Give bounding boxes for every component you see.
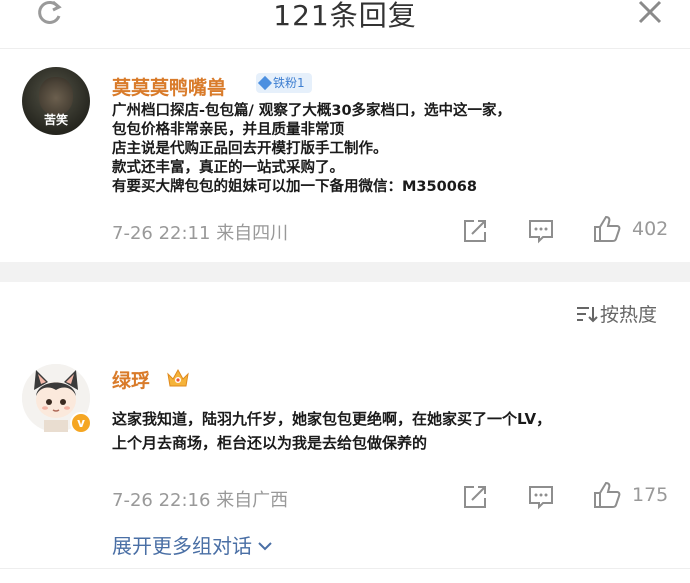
comment-username[interactable]: 绿琈: [112, 366, 150, 393]
comment-meta: 7-26 22:16 来自广西: [112, 486, 288, 512]
diamond-icon: [257, 75, 273, 91]
share-icon[interactable]: [462, 484, 488, 510]
sort-toggle[interactable]: 按热度: [576, 300, 657, 327]
fan-badge-label: 铁粉1: [273, 76, 305, 90]
crown-icon: [167, 368, 189, 387]
sort-label: 按热度: [600, 304, 658, 326]
location: 来自四川: [216, 223, 289, 244]
comment-line: 上个月去商场，柜台还以为我是去给包做保养的: [112, 434, 428, 452]
avatar-label: 苦笑: [43, 113, 68, 127]
header-divider: [0, 48, 690, 49]
verified-icon: v: [70, 412, 92, 434]
avatar[interactable]: 苦笑: [22, 67, 90, 135]
comment-icon[interactable]: [528, 218, 554, 244]
close-icon[interactable]: [636, 0, 664, 26]
comment-line: 广州档口探店-包包篇/ 观察了大概30多家档口，选中这一家，: [112, 103, 512, 119]
comment-text: 这家我知道，陆羽九仟岁，她家包包更绝啊，在她家买了一个LV， 上个月去商场，柜台…: [112, 407, 672, 455]
comment-line: 有要买大牌包包的姐妹可以加一下备用微信：M350068: [112, 179, 477, 195]
expand-more-conversations[interactable]: 展开更多组对话: [112, 530, 273, 559]
comment-line: 店主说是代购正品回去开模打版手工制作。: [112, 141, 388, 157]
like-count: 175: [632, 484, 669, 506]
comment-text: 广州档口探店-包包篇/ 观察了大概30多家档口，选中这一家， 包包价格非常亲民，…: [112, 102, 672, 197]
bottom-divider: [0, 568, 690, 569]
avatar-face: [39, 77, 73, 115]
comment-line: 这家我知道，陆羽九仟岁，她家包包更绝啊，在她家买了一个LV，: [112, 410, 552, 428]
timestamp: 7-26 22:11: [112, 223, 211, 244]
share-icon[interactable]: [462, 218, 488, 244]
comment-username[interactable]: 莫莫莫鸭嘴兽: [112, 73, 226, 100]
sort-icon: [577, 307, 598, 323]
timestamp: 7-26 22:16: [112, 490, 211, 511]
thumbs-up-icon[interactable]: [592, 480, 622, 510]
comment-line: 款式还丰富，真正的一站式采购了。: [112, 160, 344, 176]
location: 来自广西: [216, 490, 289, 511]
thumbs-up-icon[interactable]: [592, 214, 622, 244]
section-divider: [0, 262, 690, 282]
comment-meta: 7-26 22:11 来自四川: [112, 219, 288, 245]
fan-badge: 铁粉1: [256, 73, 312, 93]
page-title: 121条回复: [273, 0, 417, 32]
chevron-down-icon: [258, 542, 273, 551]
comment-line: 包包价格非常亲民，并且质量非常顶: [112, 122, 344, 138]
expand-label: 展开更多组对话: [112, 534, 252, 558]
like-count: 402: [632, 218, 669, 240]
comment-icon[interactable]: [528, 484, 554, 510]
